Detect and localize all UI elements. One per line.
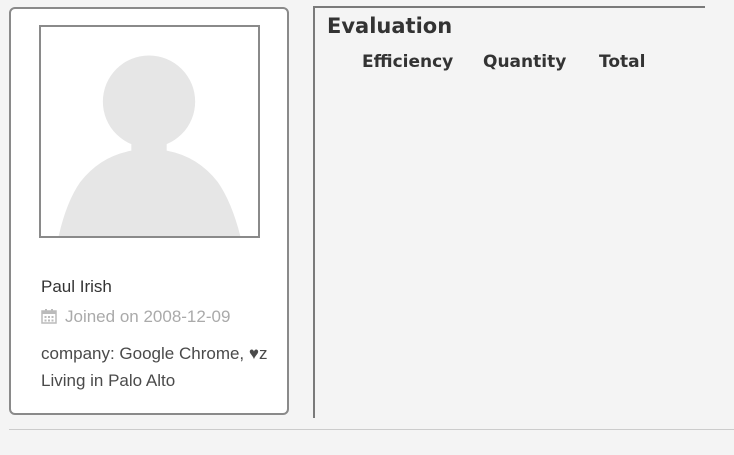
calendar-icon: [41, 308, 57, 324]
column-header-efficiency: Efficiency: [362, 52, 454, 72]
page: Paul Irish Joined on 2008-12-09 company:…: [0, 0, 734, 455]
avatar: [39, 25, 260, 238]
evaluation-title: Evaluation: [327, 14, 453, 38]
profile-card: Paul Irish Joined on 2008-12-09 company:…: [9, 7, 289, 415]
evaluation-panel: Evaluation Efficiency Quantity Total: [313, 6, 705, 418]
user-name[interactable]: Paul Irish: [41, 277, 112, 297]
column-header-quantity: Quantity: [483, 52, 567, 72]
joined-text: Joined on 2008-12-09: [65, 307, 231, 326]
company-text: company: Google Chrome, ♥z: [41, 344, 268, 363]
divider: [9, 429, 734, 430]
default-user-silhouette-icon: [58, 55, 241, 236]
column-header-total: Total: [599, 52, 646, 72]
location-text: Living in Palo Alto: [41, 371, 176, 390]
joined-date: Joined on 2008-12-09: [41, 307, 230, 327]
